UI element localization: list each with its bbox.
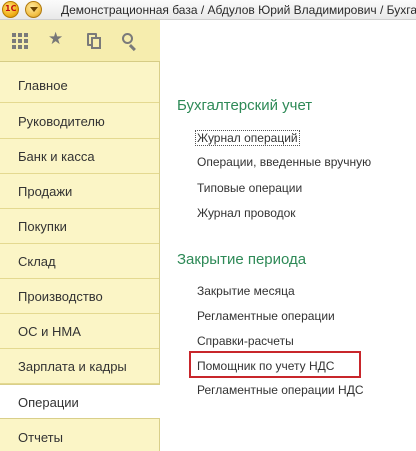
- command-link[interactable]: Регламентные операции НДС: [197, 383, 364, 397]
- sections-toolbar: ★: [0, 20, 160, 62]
- command-link[interactable]: Типовые операции: [197, 181, 302, 195]
- command-link[interactable]: Журнал проводок: [197, 206, 296, 220]
- section-item-bank[interactable]: Банк и касса: [0, 139, 159, 174]
- window-title: Демонстрационная база / Абдулов Юрий Вла…: [61, 3, 416, 17]
- history-icon[interactable]: [85, 33, 101, 49]
- command-link[interactable]: Регламентные операции: [197, 309, 335, 323]
- section-item-label: Продажи: [18, 184, 73, 199]
- app-logo-icon[interactable]: 1С: [2, 1, 19, 18]
- main-menu-button[interactable]: [25, 1, 42, 18]
- star-icon[interactable]: ★: [48, 30, 64, 47]
- section-item-label: ОС и НМА: [18, 324, 81, 339]
- section-item-main[interactable]: Главное: [0, 68, 159, 103]
- section-item-sales[interactable]: Продажи: [0, 174, 159, 209]
- command-link[interactable]: Операции, введенные вручную: [197, 155, 371, 169]
- sections-panel: ★ Главное Руководителю Банк и касса Прод…: [0, 20, 160, 451]
- section-item-label: Зарплата и кадры: [18, 359, 127, 374]
- chevron-down-icon: [30, 7, 38, 12]
- title-bar: 1С Демонстрационная база / Абдулов Юрий …: [0, 0, 416, 20]
- section-item-label: Производство: [18, 289, 103, 304]
- group-title-accounting: Бухгалтерский учет: [177, 97, 313, 114]
- section-item-label: Покупки: [18, 219, 67, 234]
- section-item-operations[interactable]: Операции: [0, 384, 160, 419]
- section-content: Бухгалтерский учет Журнал операций Опера…: [161, 20, 416, 451]
- group-title-period-closing: Закрытие периода: [177, 251, 307, 268]
- section-item-manager[interactable]: Руководителю: [0, 104, 159, 139]
- section-item-payroll[interactable]: Зарплата и кадры: [0, 349, 159, 384]
- highlight-frame: [189, 351, 361, 378]
- section-item-production[interactable]: Производство: [0, 279, 159, 314]
- command-link[interactable]: Справки-расчеты: [197, 334, 294, 348]
- section-item-label: Отчеты: [18, 430, 63, 445]
- apps-grid-icon[interactable]: [12, 33, 28, 49]
- section-item-purchases[interactable]: Покупки: [0, 209, 159, 244]
- app-window: 1С Демонстрационная база / Абдулов Юрий …: [0, 0, 416, 451]
- section-item-assets[interactable]: ОС и НМА: [0, 314, 159, 349]
- command-link[interactable]: Журнал операций: [195, 130, 300, 146]
- section-item-warehouse[interactable]: Склад: [0, 244, 159, 279]
- section-item-label: Банк и касса: [18, 149, 95, 164]
- app-logo-text: 1С: [5, 4, 17, 13]
- search-icon[interactable]: [122, 33, 138, 52]
- section-item-label: Руководителю: [18, 114, 105, 129]
- section-item-label: Главное: [18, 78, 68, 93]
- command-link[interactable]: Закрытие месяца: [197, 284, 295, 298]
- section-item-reports[interactable]: Отчеты: [0, 420, 159, 451]
- section-item-label: Операции: [18, 395, 79, 410]
- section-item-label: Склад: [18, 254, 56, 269]
